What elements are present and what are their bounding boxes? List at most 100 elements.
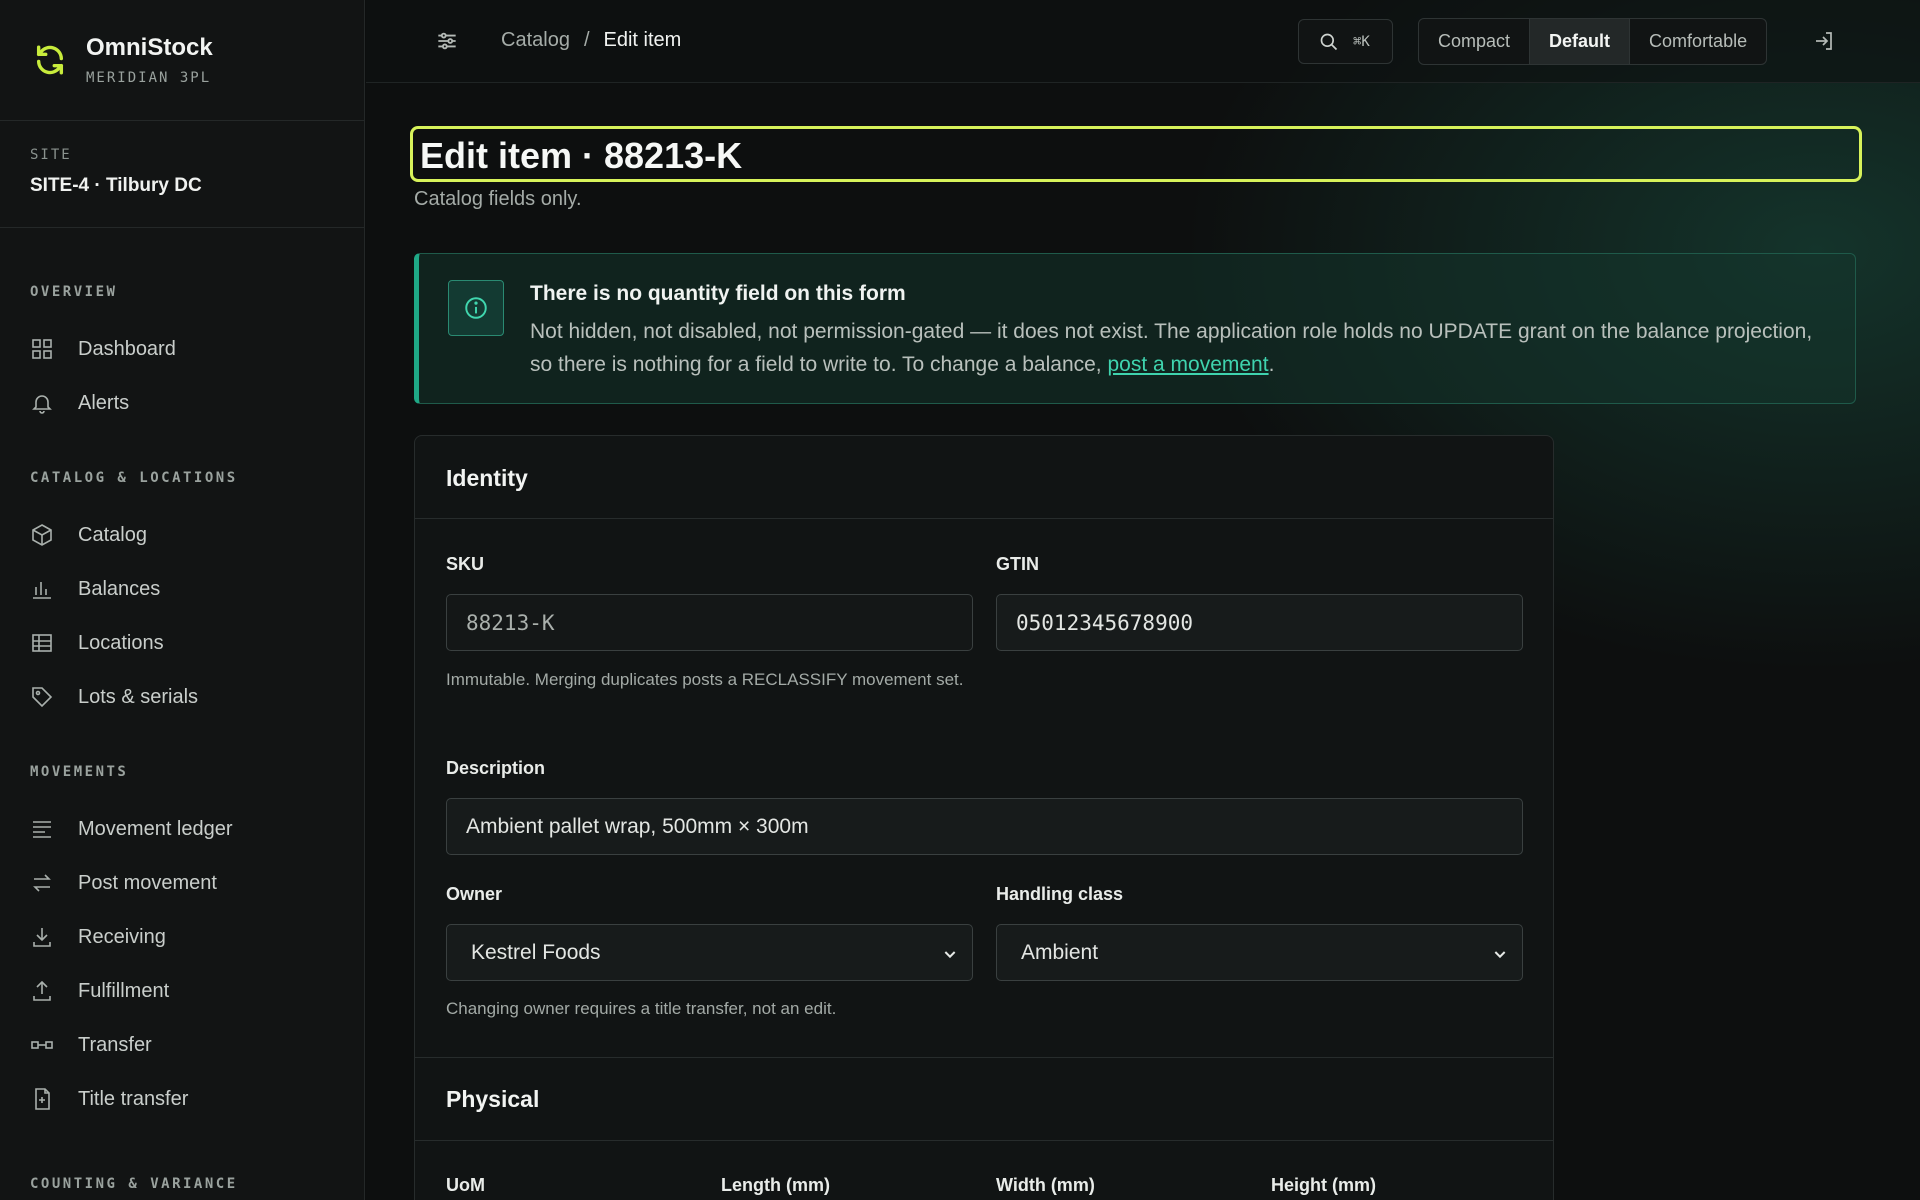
sidebar-item-alerts[interactable]: Alerts — [30, 376, 334, 430]
info-alert: There is no quantity field on this form … — [414, 253, 1856, 404]
owner-label: Owner — [446, 884, 503, 904]
width-label: Width (mm) — [996, 1175, 1095, 1195]
sidebar-item-fulfillment[interactable]: Fulfillment — [30, 964, 334, 1018]
page-title-focus-ring[interactable]: Edit item · 88213-K — [410, 126, 1862, 182]
sliders-icon[interactable] — [434, 28, 460, 54]
length-label: Length (mm) — [721, 1175, 830, 1195]
alert-title: There is no quantity field on this form — [530, 282, 906, 305]
box-icon — [32, 524, 52, 546]
alert-body: Not hidden, not disabled, not permission… — [530, 315, 1830, 381]
site-selector[interactable]: SITE SITE-4 · Tilbury DC — [0, 121, 364, 228]
item-form-card: Identity SKU 88213-K Immutable. Merging … — [414, 435, 1554, 1200]
nav-heading-counting: COUNTING & VARIANCE — [30, 1176, 238, 1192]
brand-name: OmniStock — [86, 34, 213, 61]
table-icon — [32, 634, 52, 652]
sidebar-item-balances[interactable]: Balances — [30, 562, 334, 616]
sidebar-item-movement-ledger[interactable]: Movement ledger — [30, 802, 334, 856]
handling-class-select[interactable]: Ambient — [996, 924, 1523, 981]
sidebar-item-catalog[interactable]: Catalog — [30, 508, 334, 562]
section-divider — [415, 1057, 1553, 1058]
description-field[interactable]: Ambient pallet wrap, 500mm × 300m — [446, 798, 1523, 855]
nav-group-catalog: CATALOG & LOCATIONS Catalog Balances Loc… — [0, 470, 364, 724]
section-heading-identity: Identity — [415, 436, 1553, 519]
sidebar-item-label: Title transfer — [78, 1087, 189, 1110]
sidebar-item-label: Lots & serials — [78, 685, 199, 708]
sidebar-item-label: Transfer — [78, 1033, 152, 1056]
sidebar-item-transfer[interactable]: Transfer — [30, 1018, 334, 1072]
page-subtitle: Catalog fields only. — [414, 188, 582, 210]
gtin-label: GTIN — [996, 554, 1039, 574]
nav-group-movements: MOVEMENTS Movement ledger Post movement … — [0, 764, 364, 1126]
breadcrumb-catalog[interactable]: Catalog — [501, 29, 570, 52]
gtin-field[interactable]: 05012345678900 — [996, 594, 1523, 651]
topbar: Catalog / Edit item ⌘K Compact Default C… — [366, 0, 1920, 83]
density-toggle: Compact Default Comfortable — [1418, 18, 1768, 65]
section-heading-physical: Physical — [446, 1086, 540, 1112]
search-icon — [1320, 33, 1338, 50]
nav-heading-catalog: CATALOG & LOCATIONS — [30, 470, 238, 486]
sidebar-item-label: Dashboard — [78, 337, 176, 360]
owner-value: Kestrel Foods — [471, 940, 601, 964]
sku-field: 88213-K — [446, 594, 973, 651]
alert-end: . — [1268, 353, 1275, 376]
nav-group-overview: OVERVIEW Dashboard Alerts — [0, 284, 364, 430]
refresh-logo-icon — [30, 40, 70, 80]
handling-class-value: Ambient — [1021, 940, 1099, 964]
density-comfortable-button[interactable]: Comfortable — [1630, 19, 1766, 64]
sidebar-item-label: Receiving — [78, 925, 166, 948]
brand: OmniStock MERIDIAN 3PL — [0, 0, 364, 121]
sidebar-item-locations[interactable]: Locations — [30, 616, 334, 670]
brand-subtitle: MERIDIAN 3PL — [86, 70, 212, 86]
sku-label: SKU — [446, 554, 485, 574]
lines-icon — [33, 821, 51, 838]
sidebar: OmniStock MERIDIAN 3PL SITE SITE-4 · Til… — [0, 0, 365, 1200]
search-shortcut: ⌘K — [1353, 33, 1370, 50]
main-content: Catalog / Edit item ⌘K Compact Default C… — [366, 0, 1920, 1200]
handling-class-label: Handling class — [996, 884, 1124, 904]
nav-group-counting: COUNTING & VARIANCE — [0, 1176, 364, 1200]
sidebar-item-lots-serials[interactable]: Lots & serials — [30, 670, 334, 724]
owner-select[interactable]: Kestrel Foods — [446, 924, 973, 981]
density-default-button[interactable]: Default — [1529, 19, 1631, 64]
breadcrumb-separator: / — [583, 29, 590, 51]
breadcrumb: Catalog / Edit item — [501, 29, 681, 52]
chevron-down-icon — [944, 951, 956, 959]
search-button[interactable]: ⌘K — [1298, 19, 1393, 64]
sign-in-icon[interactable] — [1812, 29, 1836, 53]
arrows-icon — [33, 874, 51, 892]
page-title: Edit item · 88213-K — [420, 135, 743, 176]
upload-icon — [33, 980, 51, 1001]
sidebar-item-label: Catalog — [78, 523, 147, 546]
sidebar-item-label: Locations — [78, 631, 164, 654]
tag-icon — [32, 687, 53, 708]
sidebar-item-label: Fulfillment — [78, 979, 170, 1002]
owner-help: Changing owner requires a title transfer… — [446, 999, 837, 1018]
sidebar-item-post-movement[interactable]: Post movement — [30, 856, 334, 910]
site-name: SITE-4 · Tilbury DC — [30, 175, 202, 196]
site-label: SITE — [30, 147, 72, 163]
download-icon — [33, 928, 51, 947]
sidebar-item-title-transfer[interactable]: Title transfer — [30, 1072, 334, 1126]
density-compact-button[interactable]: Compact — [1419, 19, 1529, 64]
grid-icon — [32, 339, 52, 359]
breadcrumb-current: Edit item — [603, 29, 682, 51]
sidebar-item-receiving[interactable]: Receiving — [30, 910, 334, 964]
transfer-icon — [31, 1041, 53, 1049]
height-label: Height (mm) — [1271, 1175, 1376, 1195]
nav-heading-overview: OVERVIEW — [30, 284, 118, 300]
nav-heading-movements: MOVEMENTS — [30, 764, 129, 780]
bar-chart-icon — [33, 582, 51, 599]
bell-icon — [32, 395, 52, 414]
sidebar-item-dashboard[interactable]: Dashboard — [30, 322, 334, 376]
section-divider — [415, 1140, 1553, 1141]
description-label: Description — [446, 758, 546, 778]
post-movement-link[interactable]: post a movement — [1107, 353, 1268, 376]
uom-label: UoM — [446, 1175, 485, 1195]
sidebar-item-label: Balances — [78, 577, 161, 600]
sidebar-item-label: Movement ledger — [78, 817, 233, 840]
sidebar-item-label: Alerts — [78, 391, 130, 414]
sidebar-item-label: Post movement — [78, 871, 217, 894]
info-icon — [448, 280, 504, 336]
sku-help: Immutable. Merging duplicates posts a RE… — [446, 670, 964, 689]
document-icon — [35, 1088, 50, 1110]
